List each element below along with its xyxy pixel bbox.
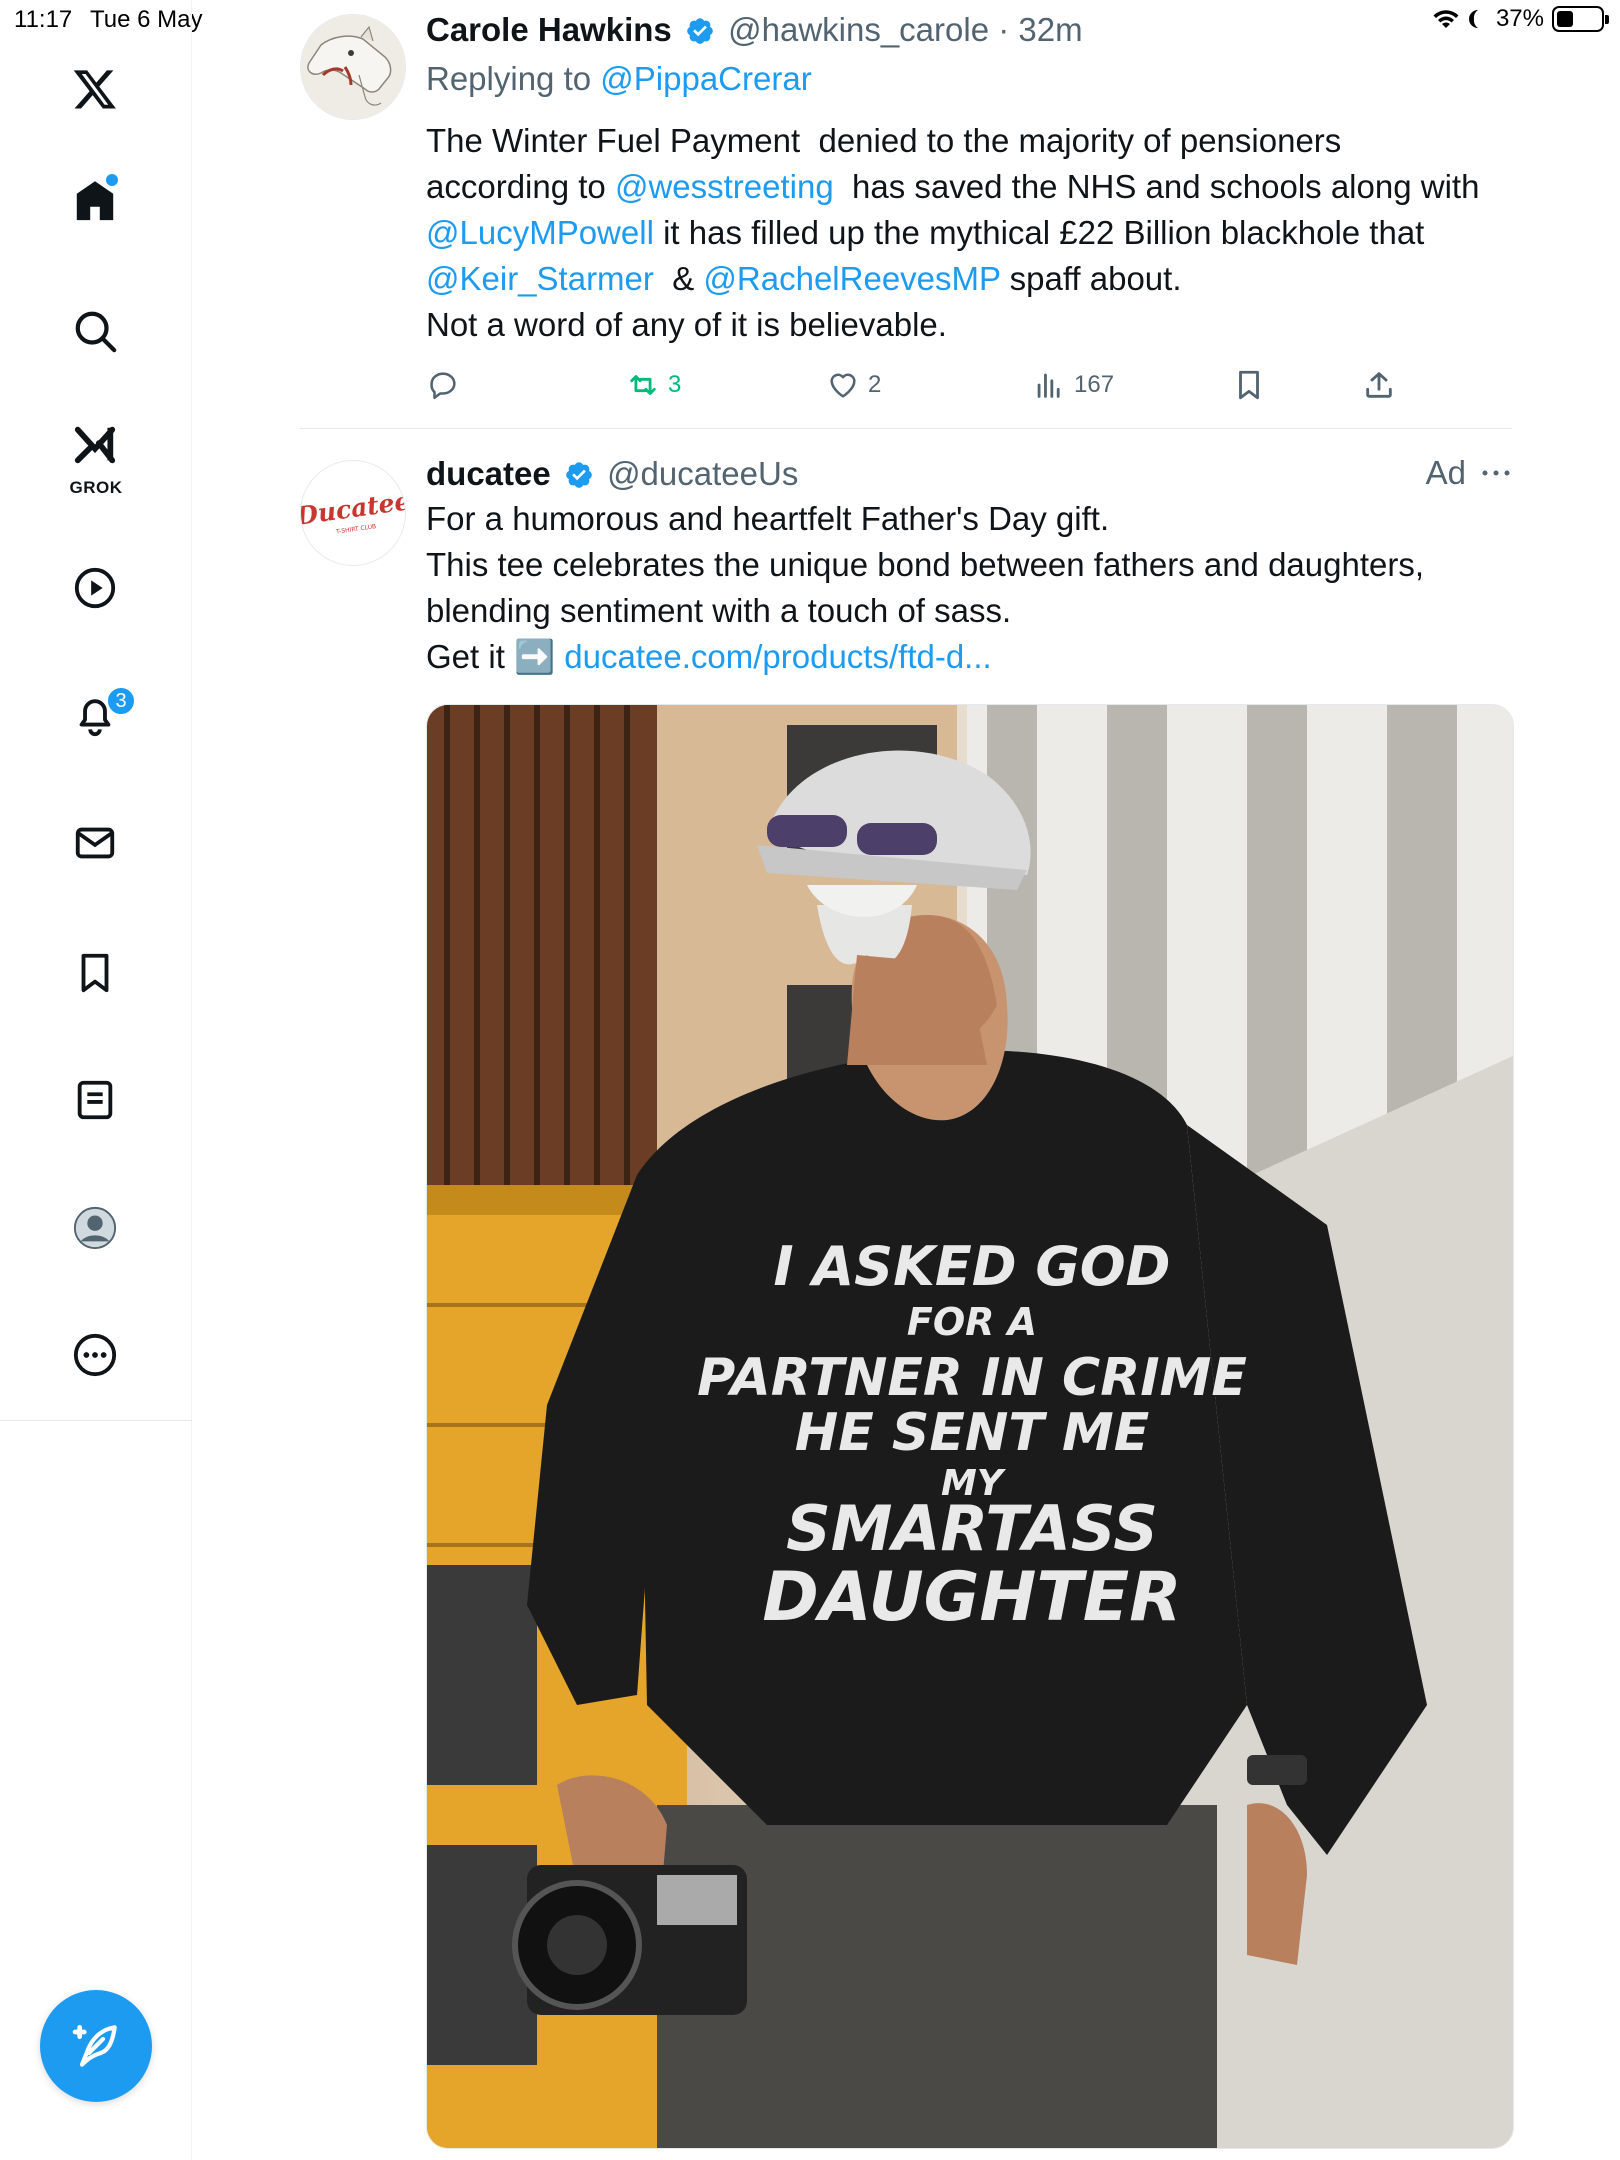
reply-icon: [430, 372, 456, 400]
mail-icon[interactable]: [62, 810, 128, 876]
tweet-time[interactable]: 32m: [1018, 11, 1082, 48]
arrow-emoji-icon: ➡️: [514, 638, 556, 675]
x-logo-icon[interactable]: [62, 56, 128, 122]
share-icon: [1366, 372, 1392, 398]
author-name[interactable]: ducatee: [426, 455, 551, 492]
tweet-text: For a humorous and heartfelt Father's Da…: [426, 496, 1512, 680]
shirt-line-3: PARTNER IN CRIME: [697, 1348, 1247, 1408]
retweet-button[interactable]: 3: [626, 368, 681, 402]
header-dot: ·: [998, 11, 1010, 48]
tweet-link[interactable]: @wesstreeting: [615, 168, 834, 205]
tweet-text-segment: it has filled up the mythical £22 Billio…: [663, 214, 1425, 251]
battery-icon: [1552, 6, 1609, 32]
video-icon[interactable]: [62, 555, 128, 621]
tweet-text-segment: has saved the NHS and schools along with: [852, 168, 1480, 205]
tweet-text: The Winter Fuel Payment denied to the ma…: [426, 118, 1512, 348]
views-button[interactable]: 167: [1032, 368, 1114, 402]
like-button[interactable]: 2: [826, 368, 881, 402]
tweet-header: Carole Hawkins @hawkins_carole · 32m: [426, 10, 1512, 50]
tweet-actions: 3 2 167: [426, 362, 1406, 412]
tweet-link[interactable]: @LucyMPowell: [426, 214, 654, 251]
compose-icon: [72, 2025, 117, 2067]
sidebar: GROK 3: [0, 0, 192, 2160]
lists-icon[interactable]: [62, 1067, 128, 1133]
author-name[interactable]: Carole Hawkins: [426, 11, 672, 48]
shirt-line-1: I ASKED GOD: [774, 1235, 1171, 1298]
tweet-carole-hawkins[interactable]: Carole Hawkins @hawkins_carole · 32m Rep…: [300, 10, 1512, 430]
author-handle[interactable]: @hawkins_carole: [728, 11, 989, 48]
tweet-header: ducatee @ducateeUs: [426, 454, 1512, 494]
notification-badge: 3: [106, 686, 136, 716]
tweet-link[interactable]: @Keir_Starmer: [426, 260, 654, 297]
shirt-line-4: HE SENT ME: [795, 1403, 1149, 1463]
views-count: 167: [1074, 371, 1115, 398]
bookmark-icon: [1239, 370, 1259, 400]
replying-prefix: Replying to: [426, 60, 592, 97]
tweet-separator: [300, 428, 1512, 429]
retweet-count: 3: [668, 371, 682, 398]
more-icon[interactable]: [62, 1322, 128, 1388]
avatar-ducatee[interactable]: Ducatee T-SHIRT CLUB: [300, 460, 406, 566]
tweet-link[interactable]: @RachelReevesMP: [703, 260, 1000, 297]
bookmark-icon[interactable]: [62, 940, 128, 1006]
tweet-text-segment: [555, 638, 564, 675]
battery-fill: [1557, 11, 1573, 27]
views-icon: [1037, 373, 1060, 398]
like-count: 2: [868, 371, 882, 398]
shirt-line-2: FOR A: [907, 1300, 1037, 1344]
more-options-icon[interactable]: [1480, 468, 1512, 478]
tweet-text-segment: &: [653, 260, 704, 297]
reply-button[interactable]: [426, 368, 460, 402]
avatar-carole-hawkins[interactable]: [300, 14, 406, 120]
profile-icon[interactable]: [62, 1195, 128, 1261]
replying-to: Replying to @PippaCrerar: [426, 60, 1512, 98]
ad-image[interactable]: I ASKED GOD FOR A PARTNER IN CRIME HE SE…: [426, 704, 1514, 2149]
search-icon[interactable]: [62, 298, 128, 364]
replying-to-handle[interactable]: @PippaCrerar: [600, 60, 811, 97]
verified-badge-icon: [687, 18, 713, 44]
grok-label: GROK: [69, 478, 123, 497]
shirt-line-6: SMARTASS: [786, 1492, 1158, 1565]
tweet-link[interactable]: ducatee.com/products/ftd-d...: [564, 638, 991, 675]
verified-badge-icon: [566, 462, 592, 488]
compose-button[interactable]: [40, 1990, 152, 2102]
ad-indicator: Ad: [1426, 454, 1512, 492]
sidebar-divider: [0, 1420, 192, 1421]
shirt-line-7: DAUGHTER: [762, 1558, 1181, 1637]
bookmark-button[interactable]: [1232, 368, 1266, 402]
home-unread-dot: [106, 174, 118, 186]
home-icon[interactable]: [62, 168, 128, 234]
heart-icon: [830, 373, 856, 398]
share-button[interactable]: [1362, 368, 1396, 402]
retweet-icon: [630, 375, 656, 395]
author-handle[interactable]: @ducateeUs: [607, 455, 798, 492]
ad-label: Ad: [1425, 454, 1466, 491]
grok-icon[interactable]: [62, 420, 128, 470]
